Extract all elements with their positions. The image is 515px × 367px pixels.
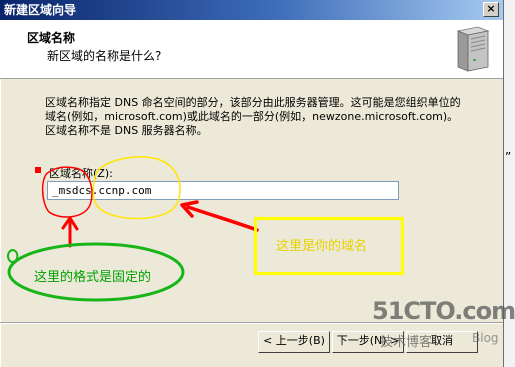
screenshot-canvas: ” 新建区域向导 × 区域名称 新区域的名称是什么? 区域名称指定 DNS 命名… xyxy=(0,0,515,367)
watermark-blog: Blog xyxy=(472,331,499,345)
watermark-subtitle: 技术博客 xyxy=(380,335,433,350)
red-up-arrow xyxy=(61,216,79,248)
yellow-note-text: 这里是你的域名 xyxy=(276,239,368,254)
yellow-domain-circle xyxy=(92,156,181,220)
watermark: 51CTO.com 技术博客 Blog xyxy=(372,297,515,359)
red-diagonal-arrow xyxy=(180,200,259,232)
red-marker xyxy=(35,167,41,173)
watermark-site: 51CTO.com xyxy=(372,297,515,325)
green-note-text: 这里的格式是固定的 xyxy=(34,270,152,285)
green-small-loop xyxy=(7,248,19,264)
red-prefix-circle xyxy=(41,166,93,218)
